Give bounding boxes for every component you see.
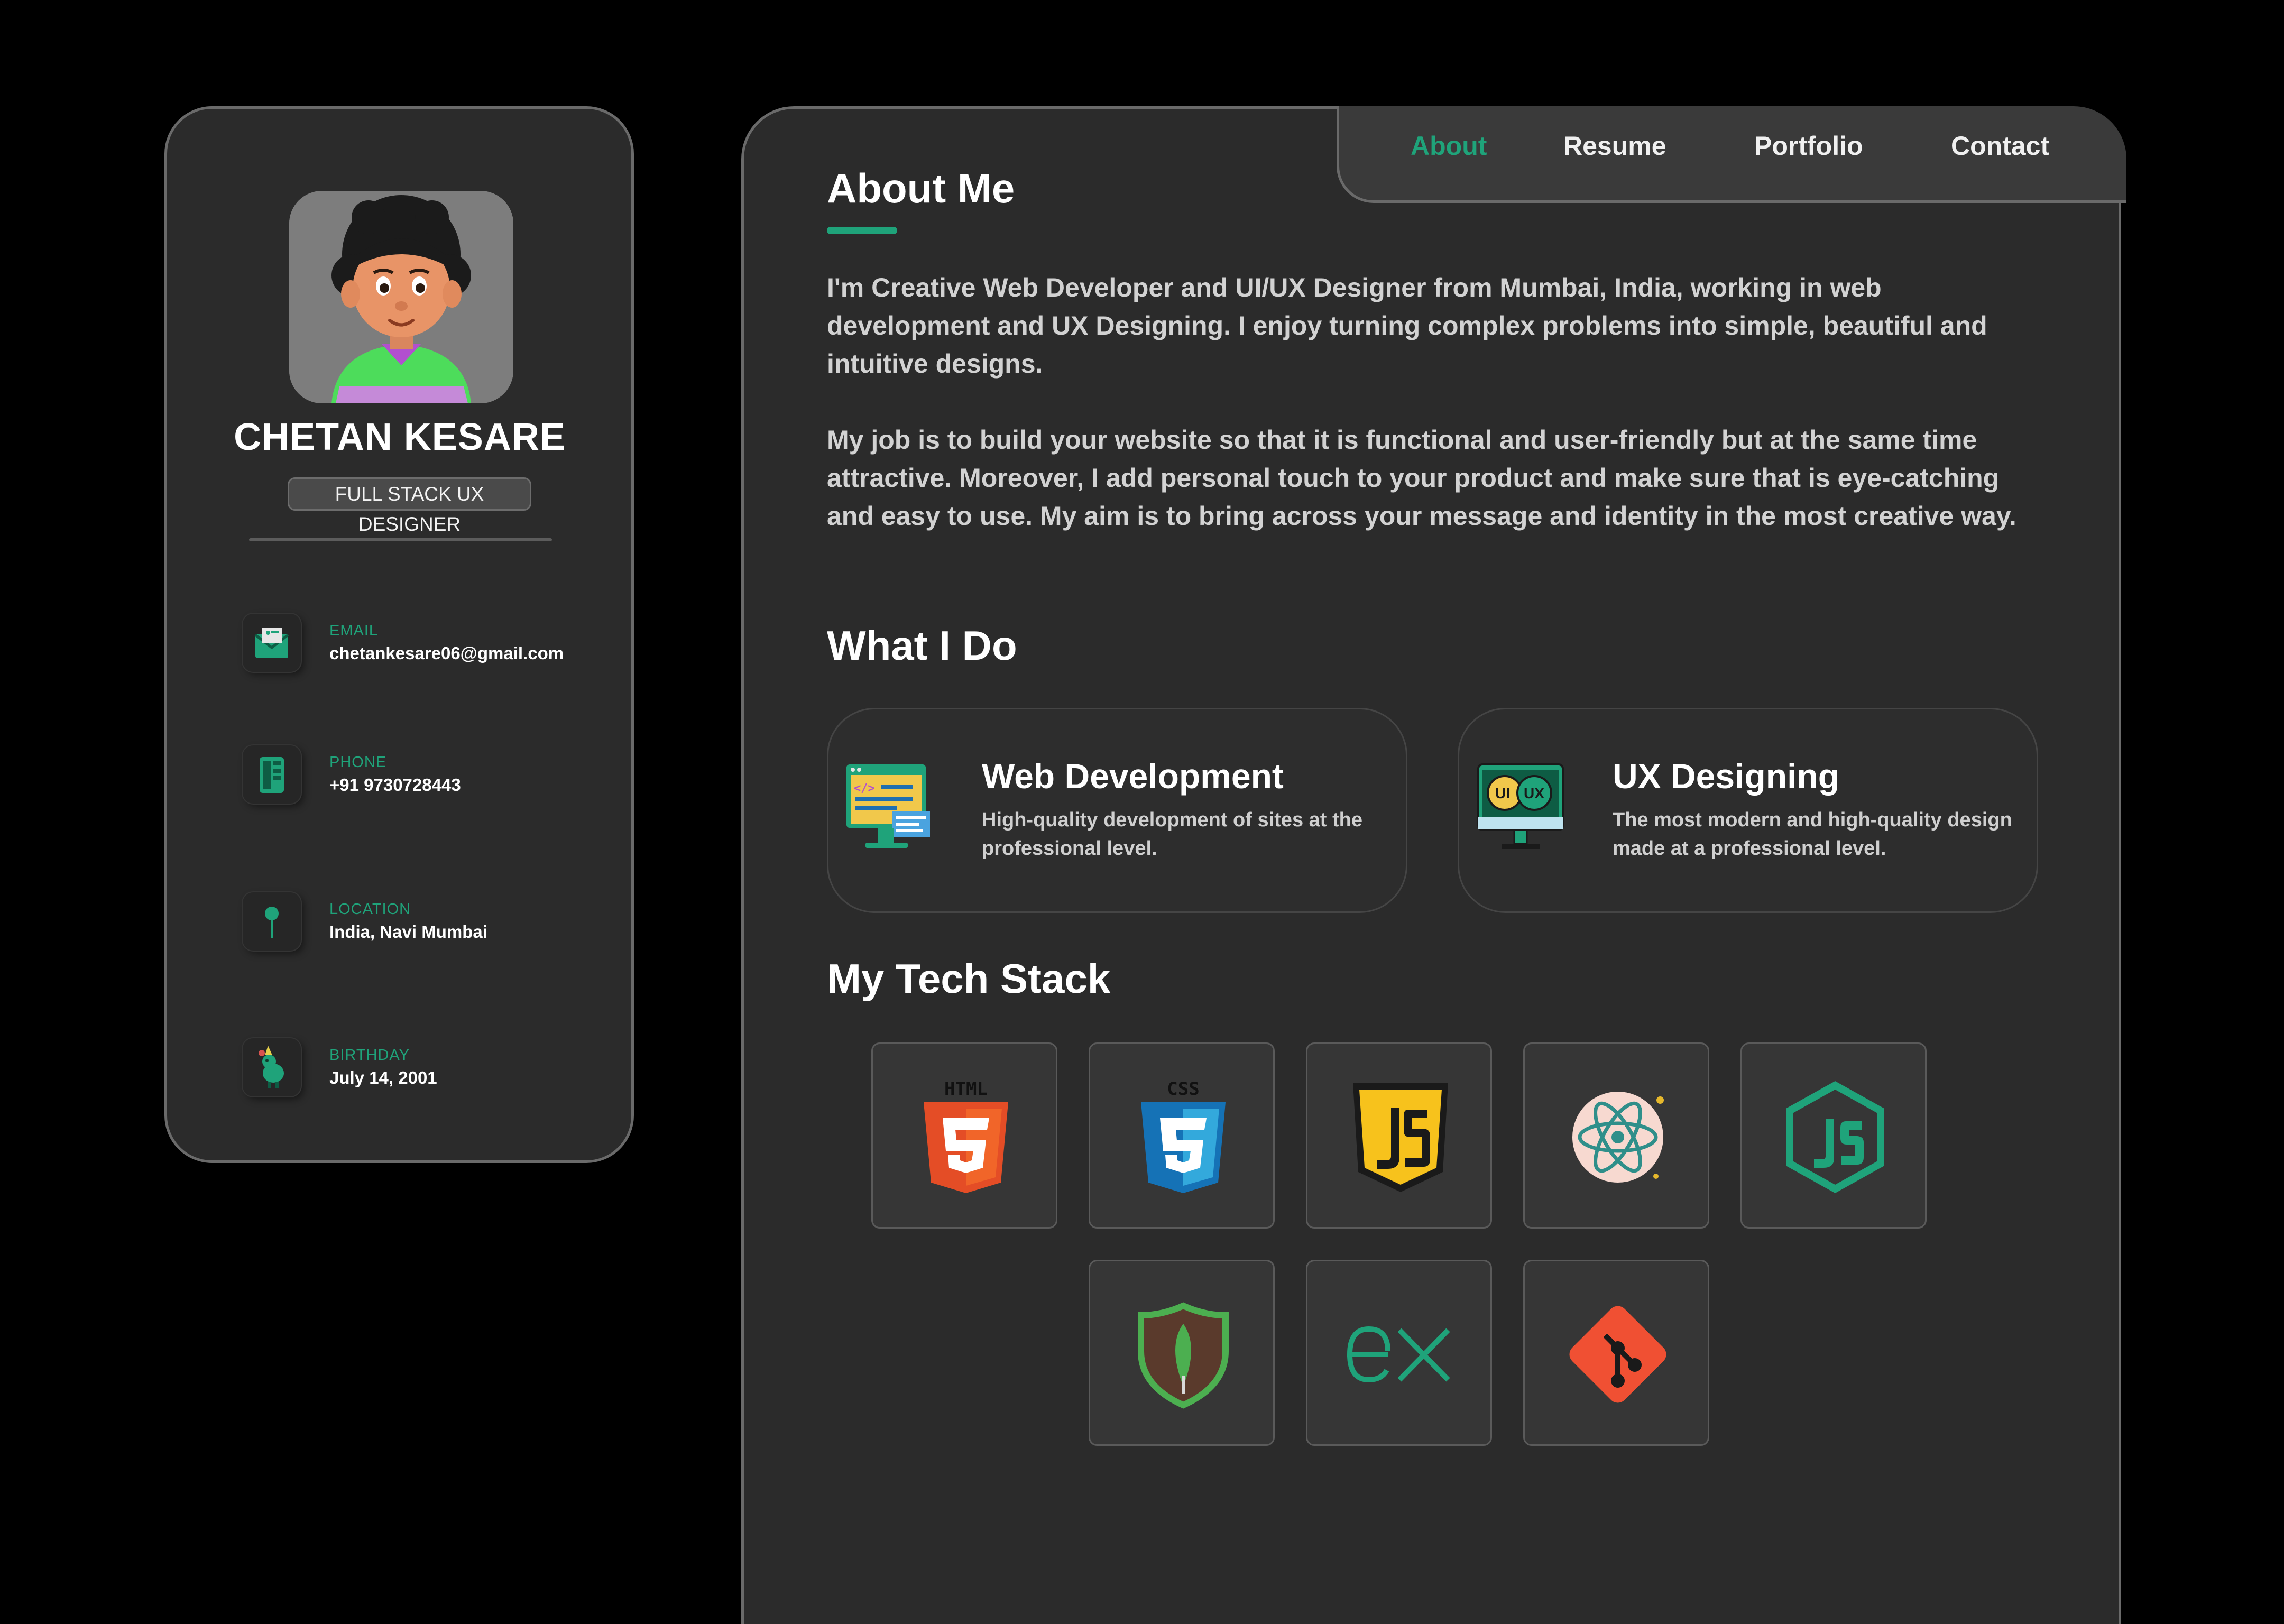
contact-location-label: LOCATION xyxy=(329,901,411,918)
tech-tile-html5[interactable]: HTML xyxy=(871,1042,1057,1229)
email-icon xyxy=(243,614,301,672)
service-title-ux-designing: UX Designing xyxy=(1613,756,1840,796)
nodejs-icon xyxy=(1786,1081,1884,1194)
ux-design-icon: UI UX xyxy=(1475,762,1565,857)
service-card-ux-designing: UI UX UX Designing The most modern and h… xyxy=(1458,708,2038,913)
about-paragraph-1: I'm Creative Web Developer and UI/UX Des… xyxy=(827,273,1987,379)
main-panel: About Resume Portfolio Contact About Me … xyxy=(741,106,2126,1624)
contact-phone: PHONE +91 9730728443 xyxy=(243,745,623,805)
role-badge: FULL STACK UX DESIGNER xyxy=(288,477,531,535)
nav-portfolio[interactable]: Portfolio xyxy=(1754,131,1863,161)
express-icon xyxy=(1347,1326,1450,1383)
git-icon xyxy=(1569,1306,1666,1403)
service-title-web-development: Web Development xyxy=(982,756,1284,796)
tech-tile-javascript[interactable] xyxy=(1306,1042,1492,1229)
svg-text:CSS: CSS xyxy=(1167,1079,1199,1100)
tech-tile-css3[interactable]: CSS xyxy=(1089,1042,1275,1229)
location-pin-icon xyxy=(243,892,301,951)
service-desc-web-development: High-quality development of sites at the… xyxy=(982,809,1362,860)
svg-text:HTML: HTML xyxy=(944,1079,988,1100)
contact-email-label: EMAIL xyxy=(329,622,379,639)
contact-location-value: India, Navi Mumbai xyxy=(329,922,487,942)
contact-birthday-label: BIRTHDAY xyxy=(329,1047,410,1064)
contact-phone-label: PHONE xyxy=(329,754,387,771)
svg-text:</>: </> xyxy=(854,782,875,795)
services-title: What I Do xyxy=(827,622,1017,669)
tech-tile-git[interactable] xyxy=(1523,1260,1709,1446)
about-title: About Me xyxy=(827,165,1015,211)
about-title-underline xyxy=(827,227,897,234)
tech-tile-nodejs[interactable] xyxy=(1740,1042,1927,1229)
contact-location: LOCATION India, Navi Mumbai xyxy=(243,892,623,952)
service-desc-ux-designing: The most modern and high-quality design … xyxy=(1613,809,2012,860)
service-card-web-development: </> Web Development High-quality develop… xyxy=(827,708,1407,913)
css3-icon: CSS xyxy=(1141,1079,1226,1193)
svg-text:UX: UX xyxy=(1524,785,1544,801)
sidebar-divider xyxy=(249,538,552,541)
contact-email-value[interactable]: chetankesare06@gmail.com xyxy=(329,643,564,663)
top-nav: About Resume Portfolio Contact xyxy=(1337,106,2126,203)
phone-icon xyxy=(243,745,301,804)
profile-card: CHETAN KESARE FULL STACK UX DESIGNER EMA… xyxy=(164,106,634,1163)
about-paragraph-2: My job is to build your website so that … xyxy=(827,425,2016,531)
avatar xyxy=(289,191,513,403)
nav-resume[interactable]: Resume xyxy=(1563,131,1666,161)
react-icon xyxy=(1572,1092,1664,1183)
javascript-icon xyxy=(1353,1083,1448,1192)
contact-email: EMAIL chetankesare06@gmail.com xyxy=(243,614,623,673)
nav-about[interactable]: About xyxy=(1411,131,1487,161)
birthday-icon xyxy=(243,1038,301,1096)
profile-name: CHETAN KESARE xyxy=(234,416,566,458)
html5-icon: HTML xyxy=(924,1079,1008,1193)
tech-tile-express[interactable] xyxy=(1306,1260,1492,1446)
tech-tile-react[interactable] xyxy=(1523,1042,1709,1229)
contact-phone-value[interactable]: +91 9730728443 xyxy=(329,775,461,795)
nav-contact[interactable]: Contact xyxy=(1951,131,2049,161)
web-development-icon: </> xyxy=(844,762,934,857)
contact-birthday: BIRTHDAY July 14, 2001 xyxy=(243,1038,623,1097)
tech-tile-mongodb[interactable] xyxy=(1089,1260,1275,1446)
tech-stack-title: My Tech Stack xyxy=(827,955,1111,1002)
mongodb-icon xyxy=(1138,1302,1229,1409)
contact-birthday-value: July 14, 2001 xyxy=(329,1068,437,1087)
svg-text:UI: UI xyxy=(1495,785,1510,801)
